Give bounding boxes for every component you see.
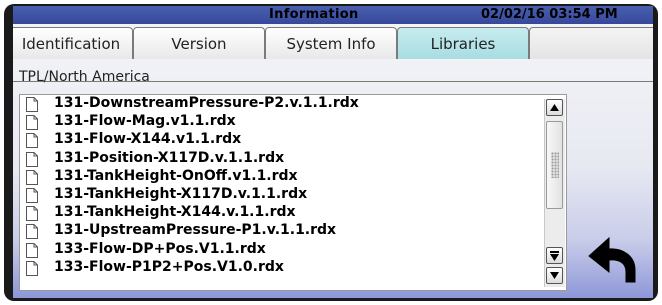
back-button[interactable]: [585, 232, 641, 284]
arrow-down-icon: [550, 250, 559, 261]
file-name: 133-Flow-P1P2+Pos.V1.0.rdx: [54, 258, 284, 275]
list-item[interactable]: 131-TankHeight-X117D.v.1.1.rdx: [20, 186, 540, 204]
vertical-scrollbar[interactable]: [544, 99, 565, 287]
arrow-down-icon: [550, 272, 559, 279]
file-icon: [26, 97, 38, 112]
file-name: 131-DownstreamPressure-P2.v.1.1.rdx: [54, 95, 359, 111]
library-list[interactable]: 131-DownstreamPressure-P2.v.1.1.rdx 131-F…: [19, 94, 567, 291]
file-name: 133-Flow-DP+Pos.V1.1.rdx: [54, 240, 266, 257]
list-item[interactable]: 131-DownstreamPressure-P2.v.1.1.rdx: [20, 95, 540, 113]
tab-label: Identification: [21, 34, 121, 53]
file-icon: [26, 206, 38, 222]
file-name: 131-TankHeight-OnOff.v1.1.rdx: [54, 167, 298, 184]
file-name: 131-Flow-Mag.v1.1.rdx: [54, 113, 236, 130]
back-arrow-icon: [588, 236, 636, 283]
tab-system-info[interactable]: System Info: [265, 27, 397, 59]
file-icon: [26, 224, 38, 240]
list-item[interactable]: 131-UpstreamPressure-P1.v.1.1.rdx: [20, 222, 540, 240]
tab-label: Libraries: [430, 34, 496, 53]
file-icon: [26, 169, 38, 185]
tab-label: System Info: [286, 34, 376, 53]
list-item[interactable]: 133-Flow-DP+Pos.V1.1.rdx: [20, 241, 540, 259]
file-icon: [26, 133, 38, 149]
file-icon: [26, 151, 38, 167]
grip-icon: [551, 152, 559, 178]
datetime-display: 02/02/16 03:54 PM: [481, 7, 618, 22]
tab-version[interactable]: Version: [133, 27, 265, 59]
file-name: 131-UpstreamPressure-P1.v.1.1.rdx: [54, 222, 337, 239]
tab-libraries[interactable]: Libraries: [397, 27, 529, 59]
screen: Information 02/02/16 03:54 PM Identifica…: [13, 6, 653, 298]
file-icon: [26, 260, 38, 276]
file-name: 131-Position-X117D.v.1.1.rdx: [54, 149, 285, 166]
page-title: Information: [269, 7, 359, 22]
list-item[interactable]: 131-TankHeight-X144.v.1.1.rdx: [20, 204, 540, 222]
file-icon: [26, 115, 38, 131]
list-item[interactable]: 131-Flow-X144.v1.1.rdx: [20, 131, 540, 149]
title-bar: Information 02/02/16 03:54 PM: [13, 6, 653, 24]
tab-bar: Identification Version System Info Libra…: [13, 26, 653, 82]
tab-empty: [529, 27, 653, 59]
list-item[interactable]: 131-TankHeight-OnOff.v1.1.rdx: [20, 168, 540, 186]
file-icon: [26, 187, 38, 203]
arrow-up-icon: [550, 104, 559, 111]
file-name: 131-TankHeight-X144.v.1.1.rdx: [54, 204, 296, 221]
file-name: 131-TankHeight-X117D.v.1.1.rdx: [54, 185, 308, 202]
list-item[interactable]: 131-Position-X117D.v.1.1.rdx: [20, 150, 540, 168]
list-item[interactable]: 131-Flow-Mag.v1.1.rdx: [20, 113, 540, 131]
file-list: 131-DownstreamPressure-P2.v.1.1.rdx 131-F…: [20, 95, 540, 277]
scroll-down-button-lower[interactable]: [546, 267, 563, 284]
tab-label: Version: [171, 34, 227, 53]
file-name: 131-Flow-X144.v1.1.rdx: [54, 131, 242, 148]
tab-identification[interactable]: Identification: [13, 27, 133, 59]
file-icon: [26, 242, 38, 258]
section-label: TPL/North America: [19, 69, 150, 85]
scroll-thumb[interactable]: [546, 121, 563, 209]
scroll-down-button[interactable]: [546, 247, 563, 264]
list-item[interactable]: 133-Flow-P1P2+Pos.V1.0.rdx: [20, 259, 540, 277]
scroll-up-button[interactable]: [546, 99, 563, 116]
